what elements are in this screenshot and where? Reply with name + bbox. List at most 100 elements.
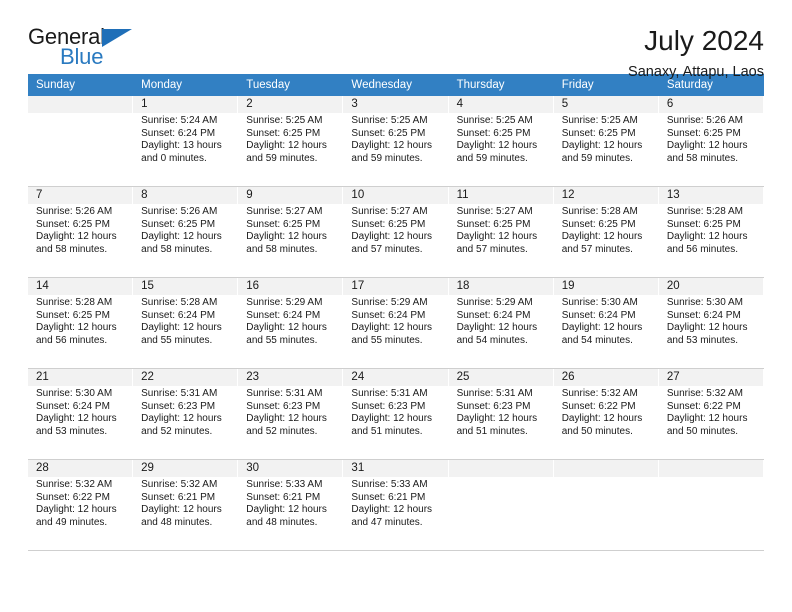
sunrise-text: Sunrise: 5:29 AM: [456, 297, 533, 308]
day-sun-info: Sunrise: 5:26 AM Sunset: 6:25 PM Daylight:…: [133, 204, 237, 256]
calendar-day-cell[interactable]: 2 Sunrise: 5:25 AM Sunset: 6:25 PM Daylight…: [238, 96, 344, 187]
calendar-day-cell[interactable]: 6 Sunrise: 5:26 AM Sunset: 6:25 PM Daylight…: [658, 96, 764, 187]
calendar-day-cell[interactable]: 17 Sunrise: 5:29 AM Sunset: 6:24 PM Dayligh…: [343, 277, 449, 369]
day-cell-inner: 8 Sunrise: 5:26 AM Sunset: 6:25 PM Daylight…: [133, 187, 239, 277]
daylight-text-line2: and 57 minutes.: [561, 243, 633, 255]
calendar-day-cell[interactable]: 7 Sunrise: 5:26 AM Sunset: 6:25 PM Daylight…: [28, 186, 134, 278]
day-number: 19: [553, 278, 658, 295]
calendar-day-cell[interactable]: 22 Sunrise: 5:31 AM Sunset: 6:23 PM Dayligh…: [133, 368, 239, 460]
day-number: 25: [448, 369, 553, 386]
daylight-text-line1: Daylight: 12 hours: [36, 413, 117, 425]
calendar-day-cell[interactable]: 15 Sunrise: 5:28 AM Sunset: 6:24 PM Dayligh…: [133, 277, 239, 369]
day-cell-inner: 7 Sunrise: 5:26 AM Sunset: 6:25 PM Daylight…: [28, 187, 134, 277]
calendar-day-cell[interactable]: 9 Sunrise: 5:27 AM Sunset: 6:25 PM Daylight…: [238, 186, 344, 278]
sunset-text: Sunset: 6:24 PM: [666, 309, 741, 321]
sunrise-text: Sunrise: 5:27 AM: [351, 206, 428, 217]
calendar-day-cell[interactable]: 19 Sunrise: 5:30 AM Sunset: 6:24 PM Dayligh…: [553, 277, 659, 369]
sunset-text: Sunset: 6:25 PM: [561, 218, 636, 230]
sunrise-text: Sunrise: 5:33 AM: [351, 479, 428, 490]
calendar-day-cell[interactable]: 13 Sunrise: 5:28 AM Sunset: 6:25 PM Dayligh…: [658, 186, 764, 278]
sunrise-text: Sunrise: 5:25 AM: [561, 115, 638, 126]
day-sun-info: Sunrise: 5:29 AM Sunset: 6:24 PM Daylight:…: [238, 295, 342, 347]
day-sun-info: Sunrise: 5:33 AM Sunset: 6:21 PM Daylight:…: [238, 477, 342, 529]
calendar-day-cell[interactable]: 16 Sunrise: 5:29 AM Sunset: 6:24 PM Dayligh…: [238, 277, 344, 369]
calendar-day-cell[interactable]: 27 Sunrise: 5:32 AM Sunset: 6:22 PM Dayligh…: [658, 368, 764, 460]
day-cell-inner: 22 Sunrise: 5:31 AM Sunset: 6:23 PM Dayligh…: [133, 369, 239, 459]
day-cell-inner: 30 Sunrise: 5:33 AM Sunset: 6:21 PM Dayligh…: [238, 460, 344, 550]
daylight-text-line1: Daylight: 12 hours: [456, 413, 538, 425]
weekday-header-wednesday: Wednesday: [343, 74, 449, 96]
calendar-day-cell[interactable]: 25 Sunrise: 5:31 AM Sunset: 6:23 PM Dayligh…: [448, 368, 554, 460]
day-sun-info: Sunrise: 5:28 AM Sunset: 6:25 PM Daylight:…: [28, 295, 132, 347]
daylight-text-line2: and 56 minutes.: [36, 334, 108, 346]
day-sun-info: Sunrise: 5:32 AM Sunset: 6:22 PM Daylight:…: [28, 477, 132, 529]
calendar-day-cell[interactable]: 5 Sunrise: 5:25 AM Sunset: 6:25 PM Daylight…: [553, 96, 659, 187]
calendar-day-cell[interactable]: 1 Sunrise: 5:24 AM Sunset: 6:24 PM Daylight…: [133, 96, 239, 187]
calendar-day-cell[interactable]: 18 Sunrise: 5:29 AM Sunset: 6:24 PM Dayligh…: [448, 277, 554, 369]
calendar-empty-cell: [448, 459, 554, 551]
day-number: 6: [658, 96, 763, 113]
daylight-text-line2: and 51 minutes.: [456, 425, 528, 437]
calendar-day-cell[interactable]: 26 Sunrise: 5:32 AM Sunset: 6:22 PM Dayligh…: [553, 368, 659, 460]
sunrise-text: Sunrise: 5:28 AM: [666, 206, 743, 217]
calendar-day-cell[interactable]: 12 Sunrise: 5:28 AM Sunset: 6:25 PM Dayligh…: [553, 186, 659, 278]
sunrise-text: Sunrise: 5:30 AM: [666, 297, 743, 308]
day-number: 24: [343, 369, 448, 386]
daylight-text-line1: Daylight: 12 hours: [351, 322, 433, 334]
sunset-text: Sunset: 6:25 PM: [561, 127, 636, 139]
day-number: [658, 460, 763, 477]
day-sun-info: Sunrise: 5:28 AM Sunset: 6:24 PM Daylight:…: [133, 295, 237, 347]
calendar-day-cell[interactable]: 11 Sunrise: 5:27 AM Sunset: 6:25 PM Dayligh…: [448, 186, 554, 278]
day-sun-info: Sunrise: 5:30 AM Sunset: 6:24 PM Daylight:…: [28, 386, 132, 438]
calendar-day-cell[interactable]: 10 Sunrise: 5:27 AM Sunset: 6:25 PM Dayligh…: [343, 186, 449, 278]
day-cell-inner: 3 Sunrise: 5:25 AM Sunset: 6:25 PM Daylight…: [343, 96, 449, 186]
day-number: 16: [238, 278, 343, 295]
day-cell-inner: 21 Sunrise: 5:30 AM Sunset: 6:24 PM Dayligh…: [28, 369, 134, 459]
calendar-day-cell[interactable]: 3 Sunrise: 5:25 AM Sunset: 6:25 PM Daylight…: [343, 96, 449, 187]
day-number: 18: [448, 278, 553, 295]
calendar-day-cell[interactable]: 4 Sunrise: 5:25 AM Sunset: 6:25 PM Daylight…: [448, 96, 554, 187]
day-number: 12: [553, 187, 658, 204]
sunrise-text: Sunrise: 5:31 AM: [246, 388, 323, 399]
day-number: 23: [238, 369, 343, 386]
calendar-day-cell[interactable]: 23 Sunrise: 5:31 AM Sunset: 6:23 PM Dayligh…: [238, 368, 344, 460]
calendar-day-cell[interactable]: 29 Sunrise: 5:32 AM Sunset: 6:21 PM Dayligh…: [133, 459, 239, 551]
day-cell-inner: 17 Sunrise: 5:29 AM Sunset: 6:24 PM Dayligh…: [343, 278, 449, 368]
calendar-week-row: 7 Sunrise: 5:26 AM Sunset: 6:25 PM Daylight…: [28, 186, 764, 278]
day-cell-inner: 24 Sunrise: 5:31 AM Sunset: 6:23 PM Dayligh…: [343, 369, 449, 459]
day-sun-info: Sunrise: 5:30 AM Sunset: 6:24 PM Daylight:…: [554, 295, 658, 347]
daylight-text-line2: and 57 minutes.: [351, 243, 423, 255]
calendar-day-cell[interactable]: 28 Sunrise: 5:32 AM Sunset: 6:22 PM Dayligh…: [28, 459, 134, 551]
day-sun-info: Sunrise: 5:27 AM Sunset: 6:25 PM Daylight:…: [238, 204, 342, 256]
daylight-text-line2: and 52 minutes.: [141, 425, 213, 437]
calendar-day-cell[interactable]: 30 Sunrise: 5:33 AM Sunset: 6:21 PM Dayligh…: [238, 459, 344, 551]
sunset-text: Sunset: 6:23 PM: [456, 400, 531, 412]
calendar-day-cell[interactable]: 21 Sunrise: 5:30 AM Sunset: 6:24 PM Dayligh…: [28, 368, 134, 460]
daylight-text-line2: and 58 minutes.: [36, 243, 108, 255]
daylight-text-line2: and 48 minutes.: [141, 516, 213, 528]
sunset-text: Sunset: 6:22 PM: [561, 400, 636, 412]
day-cell-inner: 29 Sunrise: 5:32 AM Sunset: 6:21 PM Dayligh…: [133, 460, 239, 550]
logo-text-blue: Blue: [60, 44, 104, 69]
sunset-text: Sunset: 6:24 PM: [36, 400, 110, 412]
calendar-page: General Blue July 2024 Sanaxy, Attapu, L…: [0, 0, 792, 612]
day-cell-inner: 2 Sunrise: 5:25 AM Sunset: 6:25 PM Daylight…: [238, 96, 344, 186]
daylight-text-line1: Daylight: 12 hours: [456, 140, 538, 152]
calendar-day-cell[interactable]: 20 Sunrise: 5:30 AM Sunset: 6:24 PM Dayligh…: [658, 277, 764, 369]
calendar-day-cell[interactable]: 8 Sunrise: 5:26 AM Sunset: 6:25 PM Daylight…: [133, 186, 239, 278]
calendar-day-cell[interactable]: 24 Sunrise: 5:31 AM Sunset: 6:23 PM Dayligh…: [343, 368, 449, 460]
day-cell-inner: 4 Sunrise: 5:25 AM Sunset: 6:25 PM Daylight…: [448, 96, 554, 186]
day-cell-inner: 1 Sunrise: 5:24 AM Sunset: 6:24 PM Daylight…: [133, 96, 239, 186]
sunrise-text: Sunrise: 5:25 AM: [246, 115, 323, 126]
calendar-body: 1 Sunrise: 5:24 AM Sunset: 6:24 PM Daylight…: [28, 96, 764, 551]
day-sun-info: Sunrise: 5:26 AM Sunset: 6:25 PM Daylight:…: [659, 113, 763, 165]
calendar-day-cell[interactable]: 31 Sunrise: 5:33 AM Sunset: 6:21 PM Dayligh…: [343, 459, 449, 551]
sunset-text: Sunset: 6:25 PM: [36, 309, 110, 321]
calendar-day-cell[interactable]: 14 Sunrise: 5:28 AM Sunset: 6:25 PM Dayligh…: [28, 277, 134, 369]
sunset-text: Sunset: 6:21 PM: [246, 491, 321, 503]
sunset-text: Sunset: 6:24 PM: [141, 127, 216, 139]
day-cell-inner: [448, 460, 554, 550]
sunrise-text: Sunrise: 5:30 AM: [561, 297, 638, 308]
daylight-text-line1: Daylight: 12 hours: [246, 504, 327, 516]
sunrise-text: Sunrise: 5:24 AM: [141, 115, 218, 126]
